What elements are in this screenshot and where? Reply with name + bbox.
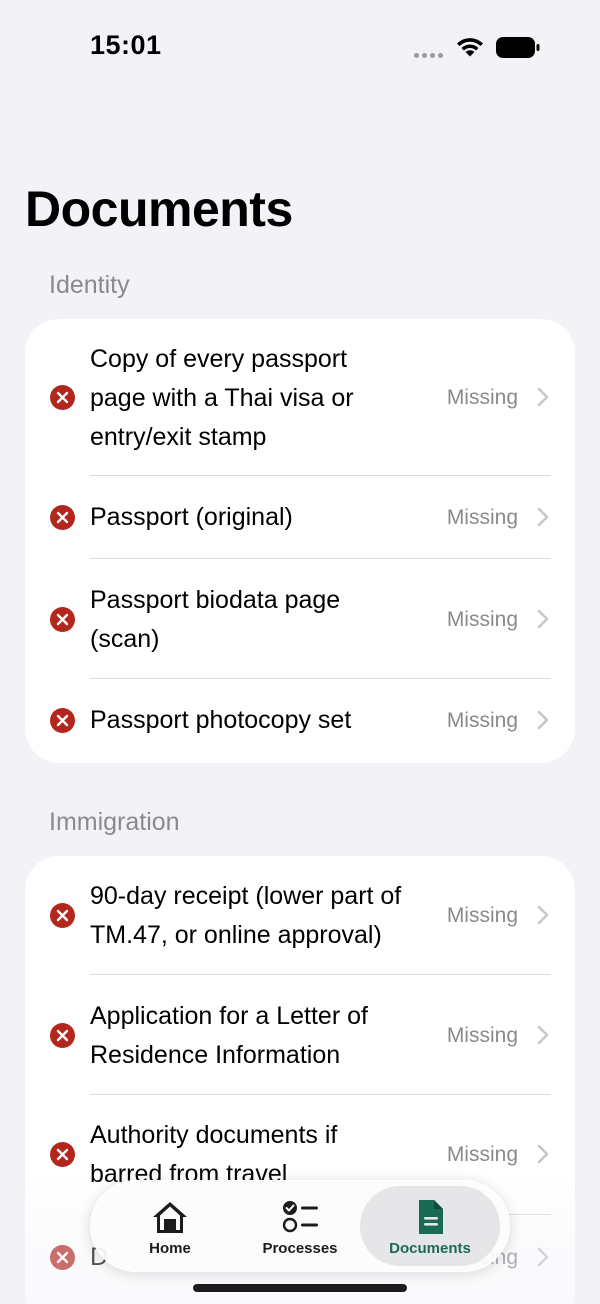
tab-label: Documents xyxy=(389,1240,471,1257)
document-label: Passport (original) xyxy=(90,503,293,531)
missing-status-icon xyxy=(50,1142,75,1167)
house-icon xyxy=(153,1202,187,1233)
tab-label: Home xyxy=(149,1240,191,1257)
document-status: Missing xyxy=(446,506,518,529)
missing-status-icon xyxy=(50,1245,75,1270)
document-status: Missing xyxy=(446,608,518,631)
tab-home[interactable]: Home xyxy=(100,1186,240,1266)
chevron-right-icon xyxy=(537,710,549,730)
document-status: Missing xyxy=(446,1024,518,1047)
section-header-immigration: Immigration xyxy=(49,808,180,836)
document-label: Copy of every passport page with a Thai … xyxy=(90,345,354,451)
status-time: 15:01 xyxy=(90,30,162,60)
cellular-signal-icon xyxy=(414,53,443,58)
document-label: 90-day receipt (lower part of TM.47, or … xyxy=(90,882,402,949)
chevron-right-icon xyxy=(537,1247,549,1267)
chevron-right-icon xyxy=(537,905,549,925)
document-label: Application for a Letter of Residence In… xyxy=(90,1002,368,1069)
document-row[interactable]: Copy of every passport page with a Thai … xyxy=(25,319,575,476)
tab-processes[interactable]: Processes xyxy=(230,1186,370,1266)
document-status: Missing xyxy=(446,386,518,409)
missing-status-icon xyxy=(50,1023,75,1048)
document-status: Missing xyxy=(446,709,518,732)
missing-status-icon xyxy=(50,607,75,632)
missing-status-icon xyxy=(50,385,75,410)
document-label: Passport photocopy set xyxy=(90,706,352,734)
document-row[interactable]: Application for a Letter of Residence In… xyxy=(25,975,575,1095)
chevron-right-icon xyxy=(537,609,549,629)
screen: 15:01 Documents Identity Copy of every p… xyxy=(0,0,600,1304)
status-bar: 15:01 xyxy=(0,0,600,100)
checklist-icon xyxy=(282,1201,318,1233)
home-indicator[interactable] xyxy=(193,1284,407,1292)
chevron-right-icon xyxy=(537,1025,549,1045)
chevron-right-icon xyxy=(537,507,549,527)
missing-status-icon xyxy=(50,903,75,928)
document-row[interactable]: Passport photocopy set Missing xyxy=(25,679,575,763)
tab-bar: Home Processes Documents xyxy=(90,1180,510,1272)
chevron-right-icon xyxy=(537,1144,549,1164)
document-label: Passport biodata page (scan) xyxy=(90,586,341,653)
document-status: Missing xyxy=(446,904,518,927)
chevron-right-icon xyxy=(537,387,549,407)
wifi-icon xyxy=(457,38,483,57)
section-header-identity: Identity xyxy=(49,271,130,299)
document-row[interactable]: Passport (original) Missing xyxy=(25,476,575,559)
document-icon xyxy=(419,1200,443,1234)
tab-documents[interactable]: Documents xyxy=(360,1186,500,1266)
missing-status-icon xyxy=(50,708,75,733)
page-title: Documents xyxy=(25,181,293,237)
missing-status-icon xyxy=(50,505,75,530)
document-row[interactable]: 90-day receipt (lower part of TM.47, or … xyxy=(25,856,575,975)
document-row[interactable]: Passport biodata page (scan) Missing xyxy=(25,559,575,679)
document-status: Missing xyxy=(446,1143,518,1166)
battery-icon xyxy=(496,37,540,58)
tab-label: Processes xyxy=(262,1240,338,1257)
identity-card: Copy of every passport page with a Thai … xyxy=(25,319,575,763)
